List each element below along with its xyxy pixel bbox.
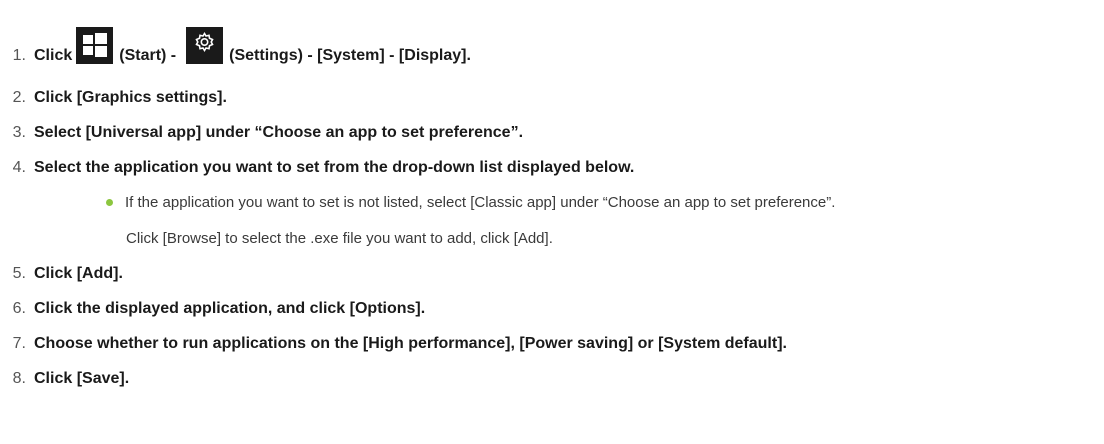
note-item: If the application you want to set is no… [106, 188, 836, 216]
step-text: Choose whether to run applications on th… [34, 335, 787, 352]
windows-start-icon [76, 26, 114, 64]
step-3: 3. Select [Universal app] under “Choose … [0, 119, 523, 147]
step-text: Click the displayed application, and cli… [34, 300, 426, 317]
step-number: 5. [12, 265, 26, 282]
step-4: 4. Select the application you want to se… [0, 154, 635, 182]
step-text: Click [Add]. [34, 265, 123, 282]
step-number: 1. [12, 47, 26, 64]
gear-settings-icon [186, 26, 224, 64]
note-line-1: If the application you want to set is no… [125, 193, 836, 211]
step-text: Select the application you want to set f… [34, 159, 635, 176]
step-7: 7. Choose whether to run applications on… [0, 330, 787, 358]
step-number: 3. [12, 124, 26, 141]
step-5: 5. Click [Add]. [0, 260, 123, 288]
step-2: 2. Click [Graphics settings]. [0, 84, 227, 112]
step-text-click: Click [34, 47, 73, 64]
step-6: 6. Click the displayed application, and … [0, 295, 426, 323]
note-line-2: Click [Browse] to select the .exe file y… [126, 230, 553, 247]
step-number: 8. [12, 370, 26, 387]
step-text-start: (Start) - [119, 47, 177, 64]
step-number: 6. [12, 300, 26, 317]
step-text-settings: (Settings) - [System] - [Display]. [229, 47, 471, 64]
step-number: 7. [12, 335, 26, 352]
instruction-steps: 1. Click (Start) - (Settings) - [System]… [0, 0, 1104, 444]
bullet-icon [106, 198, 113, 206]
step-number: 2. [12, 89, 26, 106]
step-text: Click [Save]. [34, 370, 130, 387]
step-1: 1. Click (Start) - (Settings) - [System]… [0, 26, 471, 70]
step-text: Click [Graphics settings]. [34, 89, 227, 106]
step-number: 4. [12, 159, 26, 176]
step-text: Select [Universal app] under “Choose an … [34, 124, 524, 141]
step-8: 8. Click [Save]. [0, 365, 130, 393]
